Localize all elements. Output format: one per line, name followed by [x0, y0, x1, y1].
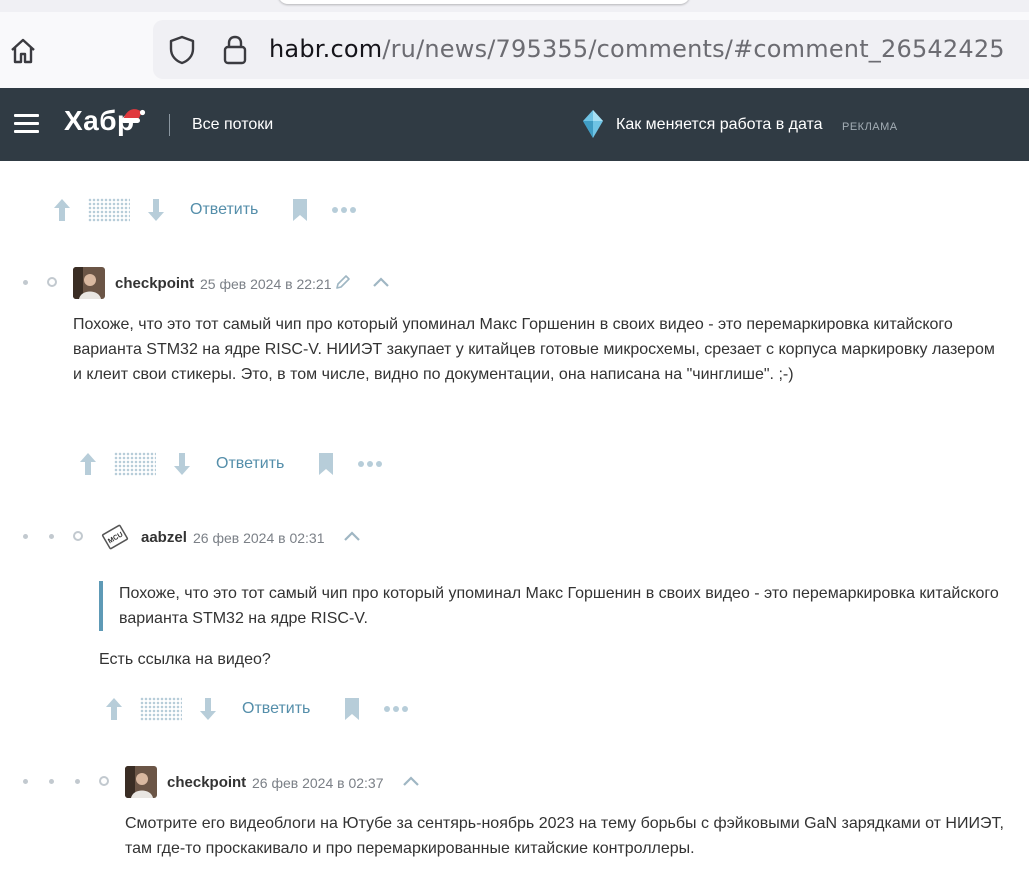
downvote-icon[interactable]	[198, 696, 218, 722]
reply-button[interactable]: Ответить	[216, 455, 284, 473]
thread-dot	[49, 779, 54, 784]
comment-actions: Ответить	[52, 195, 357, 225]
reply-button[interactable]: Ответить	[190, 201, 258, 219]
downvote-icon[interactable]	[172, 451, 192, 477]
menu-icon[interactable]	[14, 114, 39, 134]
comment-author[interactable]: checkpoint	[115, 275, 194, 292]
thread-ring[interactable]	[99, 776, 109, 786]
comment-body: Есть ссылка на видео?	[99, 651, 271, 668]
lock-icon[interactable]	[221, 34, 249, 66]
reply-button[interactable]: Ответить	[242, 700, 310, 718]
comments-section: Ответить checkpoint 25 фев 2024 в 22:21 …	[0, 161, 1029, 873]
url-host: habr.com	[269, 35, 383, 63]
comment-author[interactable]: aabzel	[141, 529, 187, 546]
bookmark-icon[interactable]	[343, 697, 361, 721]
thread-dot	[49, 534, 54, 539]
vote-score	[114, 452, 156, 476]
home-button[interactable]	[6, 34, 40, 68]
thread-dot	[23, 534, 28, 539]
active-tab[interactable]	[278, 0, 690, 4]
comment-actions: Ответить	[78, 449, 383, 479]
vote-score	[88, 198, 130, 222]
upvote-icon[interactable]	[104, 696, 124, 722]
avatar[interactable]	[73, 267, 105, 299]
url-path: /ru/news/795355/comments/#comment_265424…	[382, 35, 1005, 63]
bookmark-icon[interactable]	[317, 452, 335, 476]
comment-author[interactable]: checkpoint	[167, 774, 246, 791]
more-icon[interactable]	[357, 460, 383, 468]
collapse-icon[interactable]	[402, 775, 420, 787]
bookmark-icon[interactable]	[291, 198, 309, 222]
collapse-icon[interactable]	[343, 530, 361, 542]
comment-time[interactable]: 25 фев 2024 в 22:21	[200, 276, 332, 292]
comment-body: Похоже, что это тот самый чип про которы…	[73, 316, 995, 383]
thread-ring[interactable]	[47, 277, 57, 287]
comment-body: Смотрите его видеоблоги на Ютубе за сент…	[125, 815, 1004, 857]
santa-hat-icon	[121, 109, 146, 123]
site-header: Хабр Все потоки Как меняется работа в да…	[0, 88, 1029, 161]
thread-dot	[75, 779, 80, 784]
thread-dot	[23, 779, 28, 784]
comment-time[interactable]: 26 фев 2024 в 02:31	[193, 530, 325, 546]
diamond-icon	[583, 110, 603, 138]
comment-time[interactable]: 26 фев 2024 в 02:37	[252, 775, 384, 791]
header-divider	[169, 114, 170, 136]
home-icon	[11, 38, 35, 64]
comment-actions: Ответить	[104, 694, 409, 724]
more-icon[interactable]	[331, 206, 357, 214]
edit-icon	[336, 275, 350, 289]
thread-dot	[23, 280, 28, 285]
browser-tab-bar	[0, 0, 1029, 12]
shield-icon[interactable]	[167, 34, 197, 66]
all-streams-link[interactable]: Все потоки	[192, 116, 273, 134]
more-icon[interactable]	[383, 705, 409, 713]
avatar[interactable]	[125, 766, 157, 798]
thread-ring[interactable]	[73, 531, 83, 541]
browser-toolbar: habr.com/ru/news/795355/comments/#commen…	[0, 12, 1029, 88]
vote-score	[140, 697, 182, 721]
ad-link[interactable]: Как меняется работа в дата	[616, 116, 823, 134]
collapse-icon[interactable]	[372, 276, 390, 288]
address-bar[interactable]: habr.com/ru/news/795355/comments/#commen…	[153, 20, 1029, 79]
url-text[interactable]: habr.com/ru/news/795355/comments/#commen…	[269, 35, 1005, 63]
ad-label: РЕКЛАМА	[842, 121, 898, 133]
upvote-icon[interactable]	[78, 451, 98, 477]
upvote-icon[interactable]	[52, 197, 72, 223]
avatar[interactable]: MCU	[99, 521, 131, 553]
comment-quote: Похоже, что это тот самый чип про которы…	[99, 581, 999, 631]
downvote-icon[interactable]	[146, 197, 166, 223]
